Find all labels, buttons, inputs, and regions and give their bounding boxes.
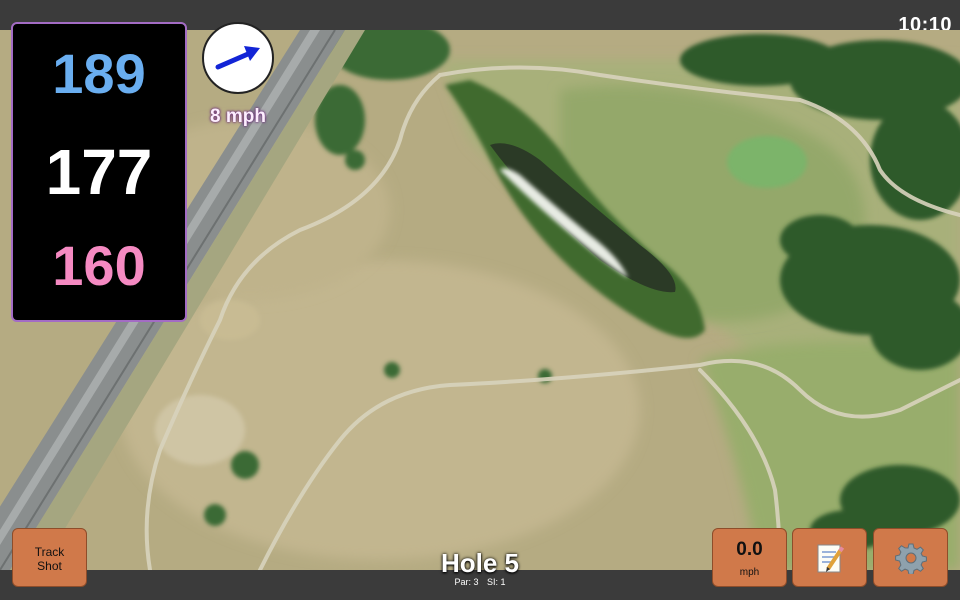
arrow-right-icon (215, 46, 260, 70)
hole-info: Par: 3 SI: 1 (380, 577, 580, 587)
speed-unit: mph (739, 567, 760, 578)
middle-distance: 177 (45, 136, 153, 208)
memo-icon (817, 544, 844, 572)
wind-speed-unit: mph (225, 106, 266, 127)
hole-title: Hole 5 (440, 548, 520, 578)
speed-value: 0.0 (736, 539, 763, 560)
front-distance: 160 (52, 234, 146, 297)
speed-button[interactable]: 0.0 mph (712, 528, 787, 587)
hole-par: Par: 3 (454, 577, 479, 587)
gear-icon (894, 543, 927, 574)
track-shot-label-line1: Track (34, 545, 65, 559)
settings-button[interactable] (873, 528, 948, 587)
notes-button[interactable] (792, 528, 867, 587)
wind-speed-label: 8 mph (195, 106, 281, 128)
hole-stroke-index: SI: 1 (487, 577, 506, 587)
track-shot-button[interactable]: Track Shot (12, 528, 87, 587)
back-distance: 189 (52, 42, 146, 105)
wind-speed-value: 8 (210, 106, 221, 127)
wind-direction-dial (202, 22, 274, 94)
track-shot-label-line2: Shot (37, 559, 62, 573)
distance-panel: 189 177 160 (11, 22, 187, 322)
